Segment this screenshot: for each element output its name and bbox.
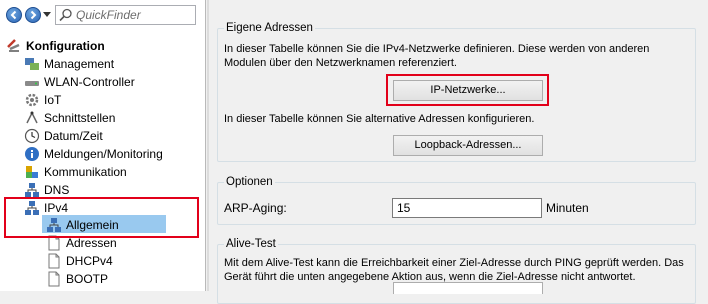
- page-icon: [48, 271, 60, 287]
- back-button[interactable]: [6, 7, 22, 23]
- arrow-right-icon: [30, 10, 37, 20]
- tree-item-label: IoT: [44, 93, 62, 107]
- content-pane: Eigene Adressen In dieser Tabelle können…: [206, 0, 708, 304]
- tree-item-label: Schnittstellen: [44, 111, 116, 125]
- arp-aging-label: ARP-Aging:: [224, 201, 287, 215]
- tree-item-label: WLAN-Controller: [44, 75, 135, 89]
- group-legend: Alive-Test: [224, 237, 278, 251]
- group-legend: Eigene Adressen: [224, 21, 315, 35]
- tree-toolbar: [0, 0, 205, 32]
- wlan-controller-icon: [25, 81, 39, 86]
- search-icon: [59, 8, 72, 22]
- iot-gear-icon: [25, 93, 39, 107]
- navigation-tree-pane: Konfiguration Management WLAN-Controller…: [0, 0, 206, 291]
- quickfinder-input[interactable]: [76, 7, 192, 23]
- page-icon: [48, 253, 60, 269]
- description-text: Modulen über den Netzwerknamen referenzi…: [224, 57, 457, 69]
- network-icon: [25, 183, 39, 197]
- partial-input-field[interactable]: [393, 282, 543, 294]
- communication-icon: [26, 166, 38, 178]
- description-text: In dieser Tabelle können Sie alternative…: [224, 113, 535, 125]
- arp-aging-input[interactable]: [392, 198, 542, 218]
- forward-button[interactable]: [25, 7, 41, 23]
- annotation-highlight-box: [4, 197, 199, 238]
- history-dropdown-icon[interactable]: [43, 12, 51, 18]
- arrow-left-icon: [10, 10, 17, 20]
- management-icon: [25, 58, 39, 70]
- description-text: In dieser Tabelle können Sie die IPv4-Ne…: [224, 43, 650, 55]
- annotation-highlight-box: [386, 74, 549, 106]
- clock-icon: [24, 128, 40, 144]
- tree-item-label: DHCPv4: [66, 254, 113, 268]
- tree-item-label: Datum/Zeit: [44, 129, 103, 143]
- quickfinder-search[interactable]: [55, 5, 196, 25]
- interfaces-icon: [26, 111, 38, 124]
- config-tools-icon: [7, 39, 20, 52]
- tree-item-label: Meldungen/Monitoring: [44, 147, 163, 161]
- tree-item-label: Management: [44, 57, 115, 71]
- description-text: Mit dem Alive-Test kann die Erreichbarke…: [224, 257, 684, 269]
- arp-aging-unit: Minuten: [546, 201, 589, 215]
- tree-item-label: BOOTP: [66, 272, 109, 286]
- loopback-adressen-button[interactable]: Loopback-Adressen...: [393, 135, 543, 156]
- info-icon: [25, 147, 39, 161]
- group-legend: Optionen: [224, 175, 275, 189]
- tree-item-label: Kommunikation: [44, 165, 127, 179]
- tree-root-label: Konfiguration: [26, 39, 105, 53]
